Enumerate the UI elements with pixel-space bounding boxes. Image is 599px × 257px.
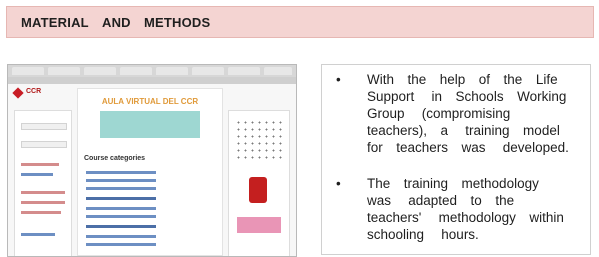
section-title: MATERIAL AND METHODS — [21, 15, 224, 30]
browser-tab — [84, 67, 116, 75]
sidebar-link — [21, 233, 55, 236]
sidebar-link — [21, 173, 53, 176]
browser-tab — [48, 67, 80, 75]
course-list-item — [86, 171, 156, 174]
browser-tabs — [8, 65, 296, 77]
course-list-item — [86, 215, 156, 218]
sidebar-line — [21, 201, 65, 204]
calendar-panel — [228, 110, 290, 256]
event-2016 — [237, 217, 281, 233]
course-list-item — [86, 187, 156, 190]
banner-image — [100, 111, 200, 138]
course-title: AULA VIRTUAL DEL CCR — [101, 97, 199, 106]
bullet-text-1: With the help of the Life Support in Sch… — [367, 72, 583, 155]
ccr-badge — [249, 177, 267, 203]
site-logo: CCR — [26, 88, 42, 95]
sidebar-line — [21, 211, 61, 214]
username-field — [21, 123, 67, 130]
bullet-dot: • — [336, 176, 341, 191]
course-list-item — [86, 235, 156, 238]
bullet-box: • With the help of the Life Support in S… — [321, 64, 591, 255]
browser-tab — [120, 67, 152, 75]
browser-tab — [12, 67, 44, 75]
browser-tab — [156, 67, 188, 75]
course-list-item — [86, 207, 156, 210]
login-panel — [14, 110, 72, 256]
course-list-item — [86, 179, 156, 182]
course-list-item — [86, 197, 156, 200]
section-header: MATERIAL AND METHODS — [6, 6, 594, 38]
bullet-dot: • — [336, 72, 341, 87]
course-categories-title: Course categories — [84, 155, 146, 162]
address-bar — [8, 77, 296, 84]
password-field — [21, 141, 67, 148]
page-area: CCR AULA VIRTUAL DEL CCR Course categori… — [8, 84, 296, 256]
sidebar-line — [21, 163, 59, 166]
course-list-item — [86, 225, 156, 228]
calendar-grid — [235, 119, 283, 159]
heart-icon — [12, 87, 24, 99]
browser-tab — [264, 67, 292, 75]
moodle-screenshot: CCR AULA VIRTUAL DEL CCR Course categori… — [7, 64, 297, 257]
main-content: AULA VIRTUAL DEL CCR Course categories — [77, 88, 223, 256]
course-list-item — [86, 243, 156, 246]
sidebar-line — [21, 191, 65, 194]
browser-tab — [192, 67, 224, 75]
bullet-text-2: The training methodology was adapted to … — [367, 176, 578, 242]
browser-tab — [228, 67, 260, 75]
